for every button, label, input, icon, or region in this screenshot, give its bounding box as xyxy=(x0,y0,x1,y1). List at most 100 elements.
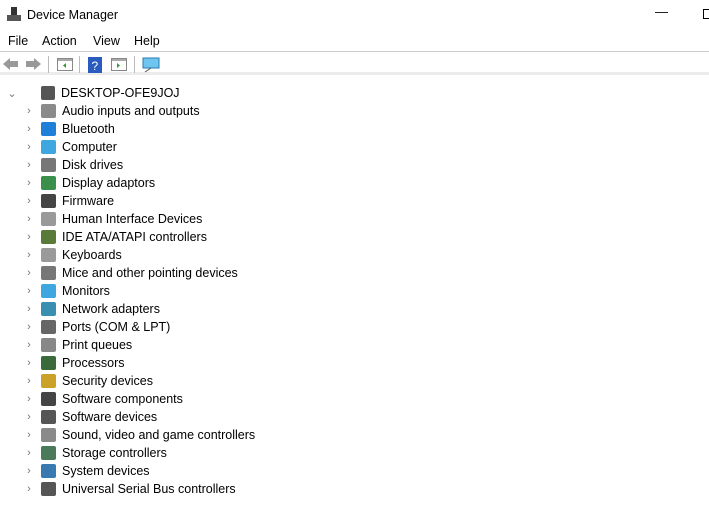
chevron-down-icon[interactable]: ⌄ xyxy=(6,87,18,100)
tree-item[interactable]: › Storage controllers xyxy=(23,444,167,462)
tree-item[interactable]: › Firmware xyxy=(23,192,114,210)
tree-item[interactable]: › Network adapters xyxy=(23,300,160,318)
system-icon xyxy=(41,464,56,478)
tree-item[interactable]: › Computer xyxy=(23,138,117,156)
tree-item[interactable]: › Audio inputs and outputs xyxy=(23,102,200,120)
mouse-icon xyxy=(41,266,56,280)
tree-item-label: Software devices xyxy=(62,410,158,424)
tree-item[interactable]: › Keyboards xyxy=(23,246,122,264)
chevron-right-icon[interactable]: › xyxy=(23,123,35,135)
menu-file[interactable]: File xyxy=(8,34,28,48)
toolbar-separator xyxy=(79,56,80,73)
show-hide-console-tree-icon[interactable] xyxy=(57,57,73,72)
menu-bar: File Action View Help xyxy=(0,31,709,52)
tree-item[interactable]: › Universal Serial Bus controllers xyxy=(23,480,236,498)
chevron-right-icon[interactable]: › xyxy=(23,321,35,333)
chevron-right-icon[interactable]: › xyxy=(23,393,35,405)
chevron-right-icon[interactable]: › xyxy=(23,447,35,459)
tree-root[interactable]: ⌄ DESKTOP-OFE9JOJ xyxy=(6,84,180,102)
help-icon[interactable]: ? xyxy=(88,57,104,73)
tree-item-label: Keyboards xyxy=(62,248,122,262)
tree-item-label: Computer xyxy=(62,140,117,154)
tree-item[interactable]: › System devices xyxy=(23,462,150,480)
toolbar-separator xyxy=(134,56,135,73)
tree-item-label: Security devices xyxy=(62,374,154,388)
tree-item-label: System devices xyxy=(62,464,150,478)
chevron-right-icon[interactable]: › xyxy=(23,285,35,297)
chevron-right-icon[interactable]: › xyxy=(23,213,35,225)
printer-icon xyxy=(41,338,56,352)
security-icon xyxy=(41,374,56,388)
disk-drive-icon xyxy=(41,158,56,172)
computer-root-icon xyxy=(41,86,55,100)
tree-item[interactable]: › Mice and other pointing devices xyxy=(23,264,238,282)
tree-item-label: Disk drives xyxy=(62,158,124,172)
tree-item[interactable]: › Sound, video and game controllers xyxy=(23,426,255,444)
chevron-right-icon[interactable]: › xyxy=(23,375,35,387)
software-component-icon xyxy=(41,392,56,406)
chevron-right-icon[interactable]: › xyxy=(23,177,35,189)
properties-icon[interactable] xyxy=(111,57,127,72)
chevron-right-icon[interactable]: › xyxy=(23,267,35,279)
minimize-button[interactable]: — xyxy=(655,4,668,19)
menu-help[interactable]: Help xyxy=(134,34,160,48)
chevron-right-icon[interactable]: › xyxy=(23,141,35,153)
tree-item-label: Storage controllers xyxy=(62,446,167,460)
tree-item[interactable]: › Disk drives xyxy=(23,156,123,174)
processor-icon xyxy=(41,356,56,370)
chevron-right-icon[interactable]: › xyxy=(23,483,35,495)
chevron-right-icon[interactable]: › xyxy=(23,357,35,369)
tree-item-label: Mice and other pointing devices xyxy=(62,266,238,280)
tree-item[interactable]: › Security devices xyxy=(23,372,153,390)
tree-item[interactable]: › Software components xyxy=(23,390,183,408)
usb-icon xyxy=(41,482,56,496)
maximize-button[interactable] xyxy=(703,9,709,19)
back-icon[interactable] xyxy=(3,57,19,72)
tree-item[interactable]: › Bluetooth xyxy=(23,120,115,138)
tree-item-label: Bluetooth xyxy=(62,122,115,136)
tree-item[interactable]: › Ports (COM & LPT) xyxy=(23,318,170,336)
chevron-right-icon[interactable]: › xyxy=(23,195,35,207)
tree-item-label: Monitors xyxy=(62,284,110,298)
title-bar: Device Manager — xyxy=(0,0,709,30)
menu-view[interactable]: View xyxy=(93,34,120,48)
chevron-right-icon[interactable]: › xyxy=(23,231,35,243)
chevron-right-icon[interactable]: › xyxy=(23,249,35,261)
chevron-right-icon[interactable]: › xyxy=(23,339,35,351)
tree-item[interactable]: › Processors xyxy=(23,354,125,372)
chevron-right-icon[interactable]: › xyxy=(23,429,35,441)
device-manager-icon xyxy=(7,7,21,22)
tree-item[interactable]: › IDE ATA/ATAPI controllers xyxy=(23,228,207,246)
tree-item[interactable]: › Display adaptors xyxy=(23,174,155,192)
tree-item-label: Universal Serial Bus controllers xyxy=(62,482,236,496)
chevron-right-icon[interactable]: › xyxy=(23,465,35,477)
tree-item[interactable]: › Human Interface Devices xyxy=(23,210,202,228)
tree-item[interactable]: › Print queues xyxy=(23,336,132,354)
tree-item-label: Network adapters xyxy=(62,302,160,316)
chevron-right-icon[interactable]: › xyxy=(23,303,35,315)
port-icon xyxy=(41,320,56,334)
toolbar-separator xyxy=(48,56,49,73)
bluetooth-icon xyxy=(41,122,56,136)
keyboard-icon xyxy=(41,248,56,262)
ide-icon xyxy=(41,230,56,244)
scan-hardware-icon[interactable] xyxy=(142,57,160,73)
forward-icon[interactable] xyxy=(25,57,41,72)
tree-item[interactable]: › Monitors xyxy=(23,282,110,300)
chevron-right-icon[interactable]: › xyxy=(23,105,35,117)
tree-item-label: Software components xyxy=(62,392,183,406)
sound-icon xyxy=(41,428,56,442)
display-adapter-icon xyxy=(41,176,56,190)
window-title: Device Manager xyxy=(27,8,119,22)
tree-item-label: IDE ATA/ATAPI controllers xyxy=(62,230,207,244)
network-icon xyxy=(41,302,56,316)
tree-item-label: Firmware xyxy=(62,194,115,208)
chevron-right-icon[interactable]: › xyxy=(23,411,35,423)
tree-item[interactable]: › Software devices xyxy=(23,408,157,426)
chevron-right-icon[interactable]: › xyxy=(23,159,35,171)
computer-icon xyxy=(41,140,56,154)
tree-item-label: Ports (COM & LPT) xyxy=(62,320,171,334)
tree-item-label: Sound, video and game controllers xyxy=(62,428,256,442)
speaker-icon xyxy=(41,104,56,118)
menu-action[interactable]: Action xyxy=(42,34,77,48)
